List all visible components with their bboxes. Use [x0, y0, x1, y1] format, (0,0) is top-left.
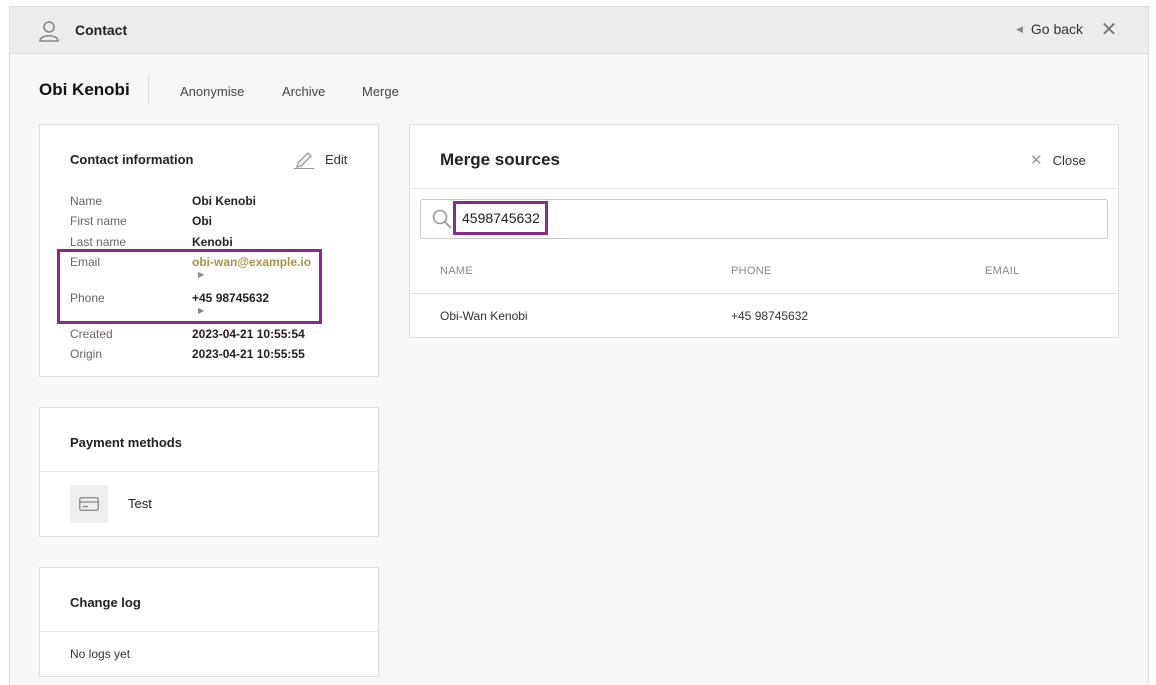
- change-log-card: Change log No logs yet: [39, 567, 379, 677]
- contact-info-card: Contact information Edit Name Obi Kenobi…: [39, 124, 379, 377]
- anonymise-button[interactable]: Anonymise: [180, 84, 244, 99]
- contact-name-heading: Obi Kenobi: [39, 80, 130, 99]
- field-value-origin: 2023-04-21 10:55:55: [192, 347, 305, 361]
- divider: [40, 631, 378, 632]
- contact-panel: Contact ◀ Go back ✕ Obi Kenobi Anonymise…: [9, 6, 1149, 685]
- email-phone-highlight: [57, 249, 322, 324]
- go-back-button[interactable]: ◀ Go back: [1016, 21, 1083, 37]
- field-label-created: Created: [70, 327, 113, 341]
- pencil-icon: [294, 152, 314, 169]
- edit-label: Edit: [325, 151, 348, 167]
- field-value-name: Obi Kenobi: [192, 194, 256, 208]
- row-phone: +45 98745632: [731, 309, 809, 323]
- credit-card-icon: [70, 485, 108, 523]
- field-label-last-name: Last name: [70, 235, 127, 249]
- divider: [410, 188, 1118, 189]
- close-merge-button[interactable]: ✕ Close: [1030, 151, 1086, 169]
- card-title: Change log: [70, 595, 141, 610]
- card-title: Contact information: [70, 152, 194, 167]
- column-header-phone: PHONE: [731, 265, 772, 277]
- user-icon: [39, 21, 59, 42]
- merge-sources-card: Merge sources ✕ Close NAME PHONE EMAIL O…: [409, 124, 1119, 338]
- close-label: Close: [1052, 152, 1086, 168]
- column-header-name: NAME: [440, 265, 473, 277]
- card-title: Payment methods: [70, 435, 182, 450]
- back-arrow-icon: ◀: [1016, 23, 1023, 34]
- merge-button[interactable]: Merge: [362, 84, 399, 99]
- card-title: Merge sources: [440, 150, 560, 169]
- search-input[interactable]: [453, 201, 548, 235]
- page-title: Contact: [75, 22, 128, 38]
- field-value-created: 2023-04-21 10:55:54: [192, 327, 305, 341]
- column-header-email: EMAIL: [985, 265, 1020, 277]
- header-bar: Contact ◀ Go back ✕: [10, 7, 1148, 54]
- field-label-origin: Origin: [70, 347, 103, 361]
- divider: [40, 471, 378, 472]
- close-icon: ✕: [1030, 152, 1043, 169]
- payment-methods-card: Payment methods Test: [39, 407, 379, 537]
- archive-button[interactable]: Archive: [282, 84, 325, 99]
- edit-button[interactable]: Edit: [293, 149, 347, 169]
- search-icon: [432, 209, 452, 229]
- field-label-first-name: First name: [70, 214, 127, 228]
- go-back-label: Go back: [1030, 21, 1084, 37]
- field-value-last-name: Kenobi: [192, 235, 233, 249]
- field-label-name: Name: [70, 194, 103, 208]
- divider: [148, 75, 149, 105]
- field-value-first-name: Obi: [192, 214, 212, 228]
- search-field[interactable]: [420, 199, 1108, 239]
- close-icon[interactable]: ✕: [1100, 20, 1118, 40]
- empty-log-text: No logs yet: [70, 647, 131, 661]
- payment-method-label[interactable]: Test: [128, 496, 152, 511]
- row-name: Obi-Wan Kenobi: [440, 309, 528, 323]
